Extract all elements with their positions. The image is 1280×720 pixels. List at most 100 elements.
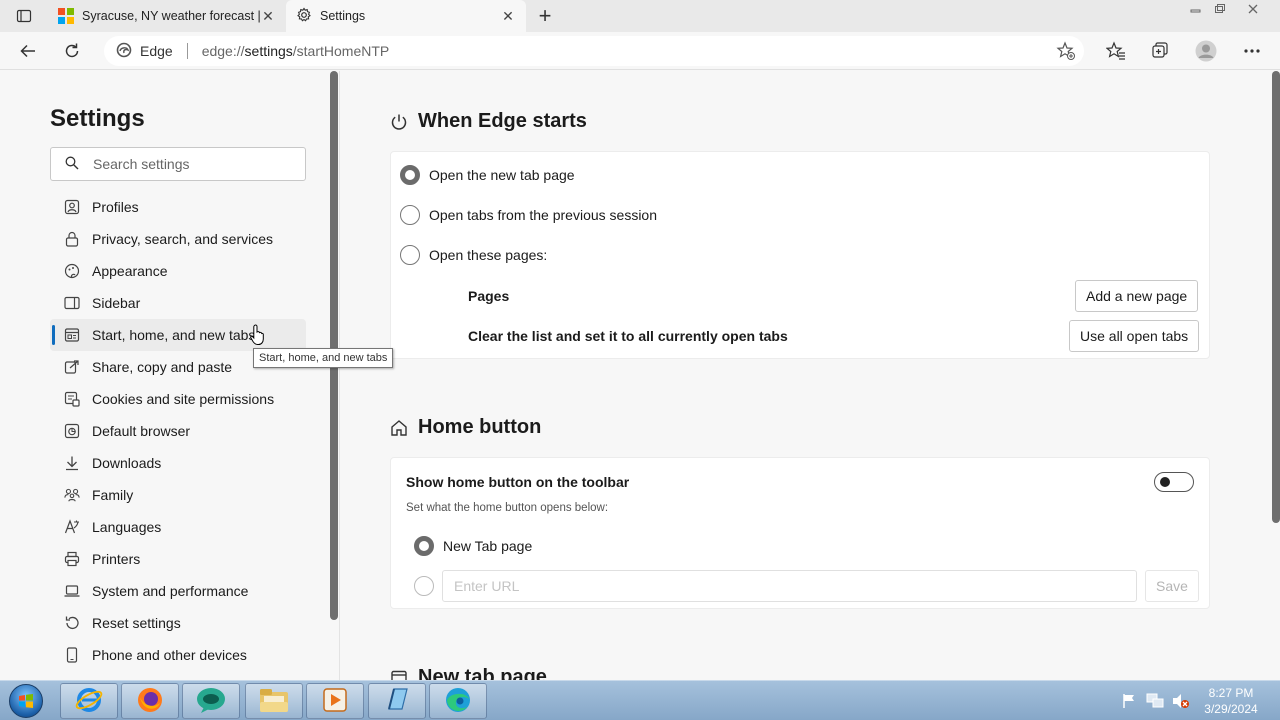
sidebar-item-appearance[interactable]: Appearance xyxy=(50,255,306,287)
radio-button[interactable] xyxy=(414,576,434,596)
sidebar-item-label: Family xyxy=(92,487,134,503)
radio-label: New Tab page xyxy=(443,538,533,554)
profile-icon xyxy=(64,199,80,215)
site-identity[interactable]: Edge xyxy=(116,42,173,61)
save-button[interactable]: Save xyxy=(1145,570,1199,602)
home-toggle-label: Show home button on the toolbar xyxy=(406,474,630,490)
sidebar-item-family[interactable]: Family xyxy=(50,479,306,511)
sidebar-item-reset[interactable]: Reset settings xyxy=(50,607,306,639)
phone-icon xyxy=(64,647,80,663)
sidebar-item-printers[interactable]: Printers xyxy=(50,543,306,575)
settings-sidebar: Settings Profiles Privacy, search, and s… xyxy=(0,71,340,680)
volume-muted-icon[interactable] xyxy=(1170,690,1192,712)
sidebar-item-label: Default browser xyxy=(92,423,191,439)
url-text[interactable]: edge://settings/startHomeNTP xyxy=(202,43,390,59)
home-url-input[interactable] xyxy=(442,570,1137,602)
restore-icon[interactable] xyxy=(1208,0,1232,18)
tab-title: Syracuse, NY weather forecast | Microsof… xyxy=(82,9,260,23)
taskbar-internet-explorer[interactable] xyxy=(60,683,118,719)
taskbar-file-explorer[interactable] xyxy=(245,683,303,719)
section-title: Home button xyxy=(418,416,542,438)
address-bar[interactable]: Edge edge://settings/startHomeNTP xyxy=(104,36,1084,66)
sidebar-item-cookies[interactable]: Cookies and site permissions xyxy=(50,383,306,415)
radio-open-these-pages[interactable]: Open these pages: xyxy=(400,245,547,265)
home-button-card: Show home button on the toolbar Set what… xyxy=(390,457,1210,609)
radio-button[interactable] xyxy=(400,165,420,185)
start-button[interactable] xyxy=(4,681,48,720)
search-icon xyxy=(65,156,79,173)
radio-button[interactable] xyxy=(414,536,434,556)
minimize-icon[interactable] xyxy=(1184,0,1208,18)
sidebar-item-start-home[interactable]: Start, home, and new tabs xyxy=(50,319,306,351)
radio-label: Open tabs from the previous session xyxy=(429,207,658,223)
tab-weather[interactable]: Syracuse, NY weather forecast | Microsof… xyxy=(48,0,286,32)
sidebar-item-phone[interactable]: Phone and other devices xyxy=(50,639,306,671)
refresh-icon[interactable] xyxy=(58,37,86,65)
settings-nav: Profiles Privacy, search, and services A… xyxy=(50,191,306,671)
radio-button[interactable] xyxy=(400,245,420,265)
taskbar-media-player[interactable] xyxy=(306,683,364,719)
page-title: Settings xyxy=(50,105,145,132)
add-favorite-icon[interactable] xyxy=(1052,37,1080,65)
radio-open-new-tab[interactable]: Open the new tab page xyxy=(400,165,575,185)
family-icon xyxy=(64,487,80,503)
microsoft-logo-icon xyxy=(58,8,74,24)
lock-icon xyxy=(64,231,80,247)
tab-actions-icon[interactable] xyxy=(10,6,38,26)
share-icon xyxy=(64,359,80,375)
sidebar-item-languages[interactable]: Languages xyxy=(50,511,306,543)
printer-icon xyxy=(64,551,80,567)
sidebar-item-downloads[interactable]: Downloads xyxy=(50,447,306,479)
more-options-icon[interactable] xyxy=(1238,37,1266,65)
gear-icon xyxy=(296,7,312,26)
file-explorer-icon xyxy=(258,686,290,717)
taskbar-notepad[interactable] xyxy=(368,683,426,719)
sidebar-scrollbar[interactable] xyxy=(330,71,338,620)
edge-logo-icon xyxy=(116,42,132,61)
sidebar-item-default-browser[interactable]: Default browser xyxy=(50,415,306,447)
edge-icon xyxy=(443,685,473,718)
network-icon[interactable] xyxy=(1144,690,1166,712)
taskbar: 8:27 PM 3/29/2024 xyxy=(0,680,1280,720)
sidebar-item-privacy[interactable]: Privacy, search, and services xyxy=(50,223,306,255)
tab-settings[interactable]: Settings ✕ xyxy=(286,0,526,32)
clock-date: 3/29/2024 xyxy=(1204,702,1258,716)
favorites-icon[interactable] xyxy=(1102,37,1130,65)
close-window-icon[interactable] xyxy=(1240,0,1266,18)
section-title: When Edge starts xyxy=(418,110,587,132)
use-all-open-tabs-button[interactable]: Use all open tabs xyxy=(1069,320,1200,352)
sidebar-item-profiles[interactable]: Profiles xyxy=(50,191,306,223)
taskbar-chat-app[interactable] xyxy=(182,683,240,719)
taskbar-firefox[interactable] xyxy=(121,683,179,719)
home-button-toggle[interactable] xyxy=(1154,472,1194,492)
reset-icon xyxy=(64,615,80,631)
clock-time: 8:27 PM xyxy=(1208,686,1254,700)
radio-button[interactable] xyxy=(400,205,420,225)
sidebar-item-system[interactable]: System and performance xyxy=(50,575,306,607)
avatar[interactable] xyxy=(1192,37,1220,65)
power-icon xyxy=(390,113,408,131)
address-separator xyxy=(186,43,188,59)
laptop-icon xyxy=(64,583,80,599)
content-scrollbar[interactable] xyxy=(1272,71,1280,523)
close-tab-icon[interactable]: ✕ xyxy=(500,8,516,24)
collections-icon[interactable] xyxy=(1146,37,1174,65)
new-tab-button[interactable]: + xyxy=(534,5,556,27)
add-new-page-button[interactable]: Add a new page xyxy=(1075,280,1199,312)
radio-open-previous-session[interactable]: Open tabs from the previous session xyxy=(400,205,657,225)
close-tab-icon[interactable]: ✕ xyxy=(260,8,276,24)
search-input[interactable] xyxy=(93,156,293,172)
system-clock[interactable]: 8:27 PM 3/29/2024 xyxy=(1196,685,1266,717)
sidebar-item-label: Profiles xyxy=(92,199,139,215)
flag-icon[interactable] xyxy=(1118,690,1140,712)
system-tray xyxy=(1118,681,1196,720)
taskbar-edge[interactable] xyxy=(429,683,487,719)
sidebar-item-sidebar[interactable]: Sidebar xyxy=(50,287,306,319)
back-arrow-icon[interactable] xyxy=(14,37,42,65)
appearance-icon xyxy=(64,263,80,279)
radio-home-url[interactable] xyxy=(414,576,443,596)
download-icon xyxy=(64,455,80,471)
radio-home-new-tab[interactable]: New Tab page xyxy=(414,536,532,556)
search-box[interactable] xyxy=(50,147,306,181)
settings-content: When Edge starts Open the new tab page O… xyxy=(341,71,1270,680)
